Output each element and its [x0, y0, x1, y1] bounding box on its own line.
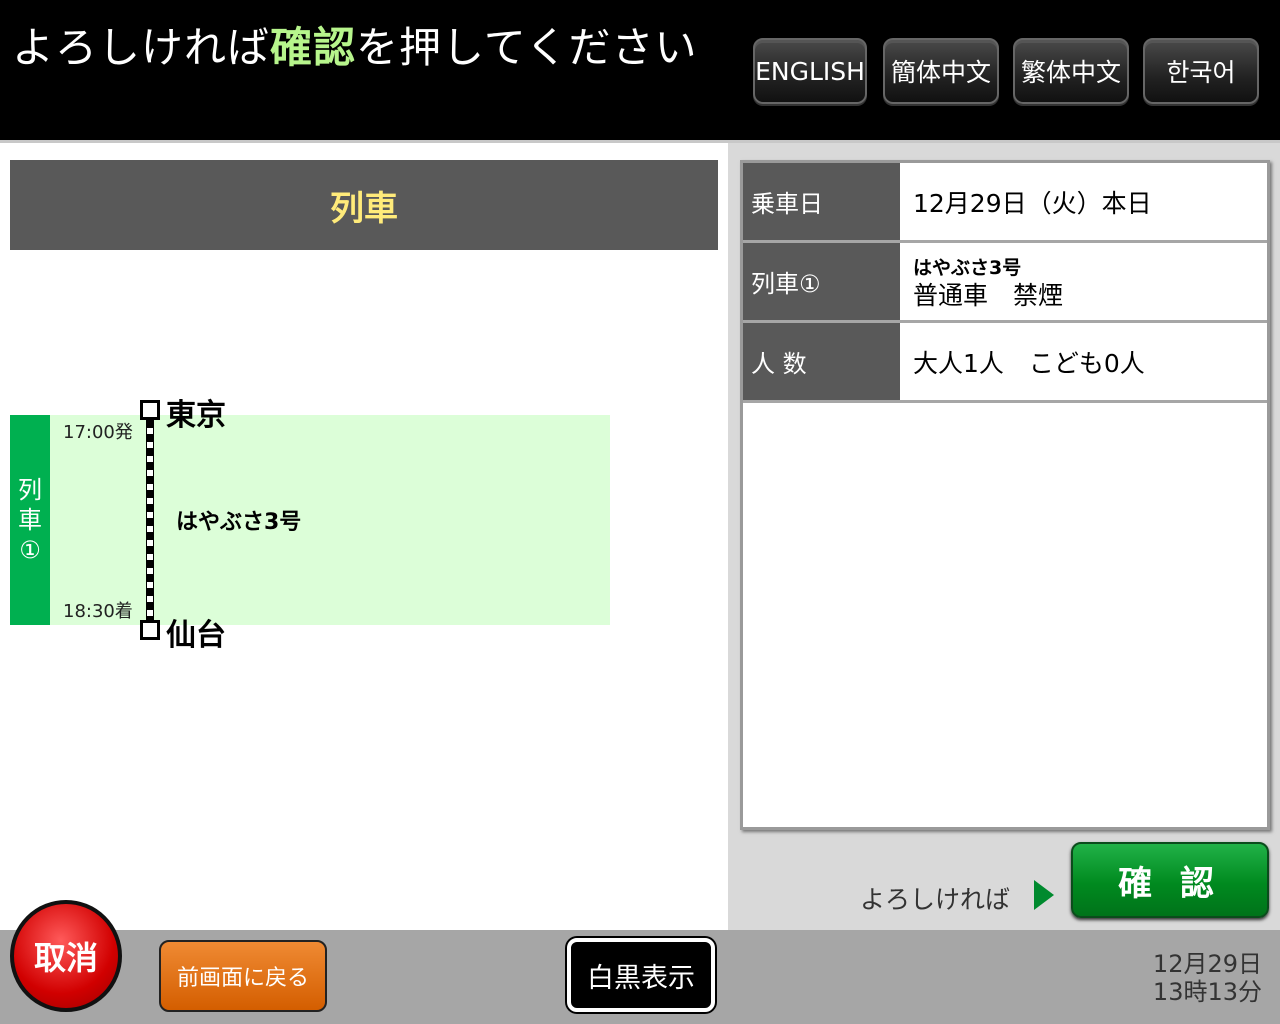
summary-label: 人 数 — [743, 323, 900, 400]
language-korean-button[interactable]: 한국어 — [1143, 38, 1259, 104]
train-tag-char: 車 — [18, 506, 42, 534]
instruction-text: よろしければ確認を押してください — [12, 14, 698, 75]
summary-car-type: 普通車 禁煙 — [913, 280, 1064, 310]
language-english-button[interactable]: ENGLISH — [753, 38, 867, 104]
train-tag-char: 列 — [18, 476, 42, 504]
summary-value: 12月29日（火）本日 — [913, 188, 1152, 218]
summary-row-date: 乗車日 12月29日（火）本日 — [743, 163, 1267, 243]
summary-label: 列車① — [743, 243, 900, 320]
departure-station: 東京 — [166, 398, 226, 433]
departure-stop-marker — [140, 400, 160, 420]
instruction-prefix: よろしければ — [12, 23, 271, 72]
monochrome-display-button[interactable]: 白黒表示 — [567, 938, 715, 1012]
confirm-button[interactable]: 確 認 — [1071, 842, 1269, 918]
summary-value: 大人1人 こども0人 — [913, 348, 1145, 378]
header-bar: よろしければ確認を押してください ENGLISH 簡体中文 繁体中文 한국어 — [0, 0, 1280, 140]
cancel-button[interactable]: 取消 — [10, 900, 122, 1012]
summary-card: 乗車日 12月29日（火）本日 列車① はやぶさ3号 普通車 禁煙 人 数 大人… — [740, 160, 1270, 830]
arrival-station: 仙台 — [166, 618, 226, 653]
departure-time: 17:00発 — [63, 422, 133, 443]
arrival-time: 18:30着 — [63, 601, 133, 622]
confirm-prompt: よろしければ — [860, 885, 1011, 914]
summary-row-passengers: 人 数 大人1人 こども0人 — [743, 323, 1267, 403]
section-title: 列車 — [10, 160, 718, 250]
train-name: はやぶさ3号 — [176, 510, 302, 535]
clock: 12月29日 13時13分 — [1153, 950, 1262, 1006]
train-route-band — [10, 415, 610, 625]
summary-label: 乗車日 — [743, 163, 900, 240]
summary-value: はやぶさ3号 普通車 禁煙 — [903, 243, 1267, 320]
summary-train-name: はやぶさ3号 — [913, 256, 1022, 279]
back-button[interactable]: 前画面に戻る — [159, 940, 327, 1012]
route-rail — [146, 420, 154, 622]
clock-date: 12月29日 — [1152, 950, 1262, 978]
train-tag-char: ① — [19, 536, 41, 564]
language-simplified-chinese-button[interactable]: 簡体中文 — [883, 38, 999, 104]
instruction-suffix: を押してください — [356, 23, 698, 72]
arrival-stop-marker — [140, 620, 160, 640]
train-tag: 列 車 ① — [10, 415, 50, 625]
instruction-highlight: 確認 — [270, 23, 357, 72]
summary-row-train: 列車① はやぶさ3号 普通車 禁煙 — [743, 243, 1267, 323]
clock-time: 13時13分 — [1152, 978, 1262, 1006]
language-traditional-chinese-button[interactable]: 繁体中文 — [1013, 38, 1129, 104]
arrow-right-icon — [1034, 880, 1054, 910]
